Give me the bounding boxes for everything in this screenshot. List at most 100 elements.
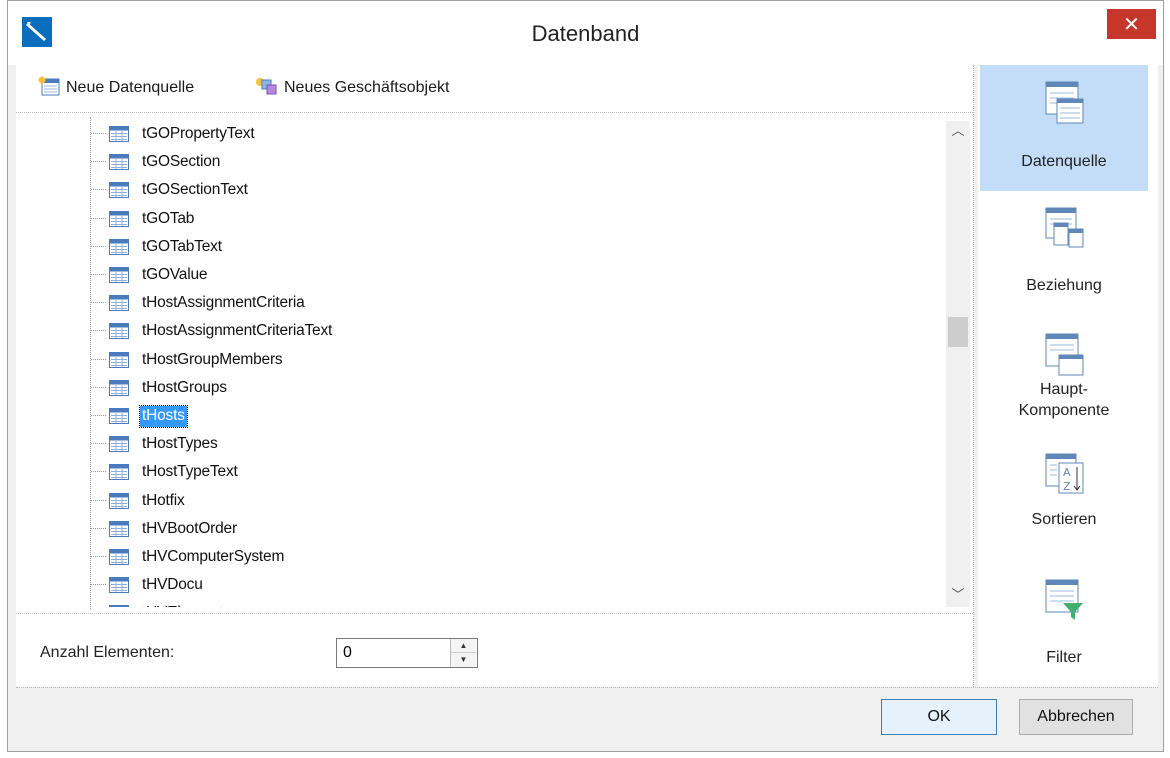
ok-button[interactable]: OK bbox=[881, 699, 997, 735]
tree-item-label: tHostGroups bbox=[142, 378, 227, 396]
scroll-thumb[interactable] bbox=[948, 317, 968, 347]
scroll-down-arrow-icon[interactable]: ﹀ bbox=[946, 585, 970, 607]
tree-item[interactable]: tHostGroupMembers bbox=[16, 346, 946, 374]
nav-sort[interactable]: A Z Sortieren bbox=[980, 443, 1148, 569]
new-datasource-button[interactable]: Neue Datenquelle bbox=[38, 75, 194, 101]
nav-relation[interactable]: Beziehung bbox=[980, 191, 1148, 317]
tree-connector bbox=[91, 386, 106, 388]
master-component-icon bbox=[1045, 333, 1085, 382]
nav-filter-label: Filter bbox=[1046, 649, 1082, 666]
tree-item-label: tHosts bbox=[139, 405, 188, 428]
tree-item-label: tHVBootOrder bbox=[142, 519, 237, 537]
tree-scrollbar[interactable]: ︿ ﹀ bbox=[946, 121, 970, 607]
nav-datasource[interactable]: Datenquelle bbox=[980, 65, 1148, 191]
tree-item[interactable]: tGOTab bbox=[16, 205, 946, 233]
spin-down-icon[interactable]: ▼ bbox=[451, 653, 476, 667]
tree-item[interactable]: tGOPropertyText bbox=[16, 120, 946, 148]
tree-connector bbox=[91, 274, 106, 275]
tree-connector bbox=[91, 133, 106, 134]
tree-item-label: tHotfix bbox=[142, 491, 185, 509]
tree-connector bbox=[91, 302, 106, 304]
new-business-object-button[interactable]: Neues Geschäftsobjekt bbox=[254, 75, 449, 101]
table-icon bbox=[109, 323, 129, 344]
filter-icon bbox=[1045, 579, 1085, 628]
nav-datasource-label: Datenquelle bbox=[1021, 153, 1107, 170]
table-icon bbox=[109, 267, 129, 288]
relation-icon bbox=[1045, 207, 1085, 256]
tree-connector bbox=[91, 471, 106, 473]
tree-item[interactable]: tHosts bbox=[16, 402, 946, 430]
tree-item[interactable]: tHVElement bbox=[16, 599, 946, 607]
tree-item-label: tGOSectionText bbox=[142, 181, 248, 199]
table-icon bbox=[109, 351, 129, 373]
tree-item[interactable]: tGOSection bbox=[16, 148, 946, 176]
tree-connector bbox=[91, 527, 106, 529]
close-button[interactable]: ✕ bbox=[1107, 9, 1156, 39]
tree-item[interactable]: tHVDocu bbox=[16, 571, 946, 599]
tree-item[interactable]: tHotfix bbox=[16, 487, 946, 515]
new-business-object-label: Neues Geschäftsobjekt bbox=[284, 79, 450, 96]
table-icon bbox=[109, 408, 129, 429]
nav-relation-label: Beziehung bbox=[1026, 277, 1102, 294]
table-icon bbox=[109, 295, 129, 316]
tree-item[interactable]: tHostGroups bbox=[16, 374, 946, 402]
datasource-panel: Neue Datenquelle Neues Geschäftsobjekt t… bbox=[16, 65, 974, 687]
tree-item-label: tHostTypes bbox=[142, 435, 218, 453]
tree-item-label: tHostGroupMembers bbox=[142, 350, 283, 368]
tree-item-label: tGOTabText bbox=[142, 237, 222, 255]
datasource-tree[interactable]: tGOPropertyText tGOSection tGOSectionText t… bbox=[16, 117, 974, 607]
tree-connector bbox=[91, 217, 106, 219]
tree-item-label: tHVDocu bbox=[142, 576, 203, 594]
nav-master-component[interactable]: Haupt- Komponente bbox=[980, 317, 1148, 443]
element-count-row: Anzahl Elementen: ▲ ▼ bbox=[16, 613, 973, 687]
nav-sort-label: Sortieren bbox=[1031, 511, 1097, 528]
new-business-object-icon bbox=[254, 76, 278, 101]
table-icon bbox=[109, 182, 129, 203]
title-bar[interactable]: Datenband ✕ bbox=[8, 1, 1163, 65]
toolbar: Neue Datenquelle Neues Geschäftsobjekt bbox=[16, 65, 973, 113]
tree-item-label: tGOTab bbox=[142, 209, 195, 227]
tree-item[interactable]: tGOSectionText bbox=[16, 176, 946, 204]
svg-text:Z: Z bbox=[1063, 480, 1071, 493]
tree-item-label: tHostTypeText bbox=[142, 463, 238, 481]
tree-item-label: tGOPropertyText bbox=[142, 125, 255, 142]
table-icon bbox=[109, 549, 129, 570]
window-title: Datenband bbox=[531, 21, 640, 46]
tree-item[interactable]: tHostTypeText bbox=[16, 458, 946, 486]
table-icon bbox=[109, 238, 129, 260]
table-icon bbox=[109, 605, 129, 607]
table-icon bbox=[109, 210, 129, 232]
tree-item[interactable]: tGOValue bbox=[16, 261, 946, 289]
tree-item-label: tHVComputerSystem bbox=[142, 548, 285, 565]
tree-connector bbox=[91, 499, 106, 501]
tree-connector bbox=[91, 415, 106, 416]
spin-up-icon[interactable]: ▲ bbox=[451, 639, 476, 653]
tree-connector bbox=[91, 584, 106, 586]
dialog-window: Datenband ✕ Neue Datenquelle Neues Gesch… bbox=[7, 0, 1164, 752]
element-count-spinner[interactable]: ▲ ▼ bbox=[450, 639, 476, 667]
tree-item-label: tHostAssignmentCriteria bbox=[142, 294, 305, 312]
tree-item[interactable]: tGOTabText bbox=[16, 233, 946, 261]
tree-item[interactable]: tHostAssignmentCriteriaText bbox=[16, 317, 946, 345]
tree-item[interactable]: tHostAssignmentCriteria bbox=[16, 289, 946, 317]
tree-item[interactable]: tHostTypes bbox=[16, 430, 946, 458]
tree-item-label: tHVElement bbox=[140, 603, 225, 607]
tree-item[interactable]: tHVComputerSystem bbox=[16, 543, 946, 571]
nav-filter[interactable]: Filter bbox=[980, 569, 1148, 695]
sort-icon: A Z bbox=[1045, 453, 1085, 502]
datasource-icon bbox=[1045, 81, 1085, 130]
new-datasource-icon bbox=[38, 76, 60, 101]
table-icon bbox=[109, 379, 129, 401]
table-icon bbox=[109, 492, 129, 514]
new-datasource-label: Neue Datenquelle bbox=[66, 79, 195, 96]
tree-item[interactable]: tHVBootOrder bbox=[16, 515, 946, 543]
table-icon bbox=[109, 436, 129, 457]
element-count-label: Anzahl Elementen: bbox=[40, 644, 175, 661]
tree-connector bbox=[91, 556, 106, 557]
tree-connector bbox=[91, 443, 106, 445]
cancel-button[interactable]: Abbrechen bbox=[1019, 699, 1133, 735]
footer-separator bbox=[16, 687, 1158, 688]
category-nav: Datenquelle Beziehung Haupt- Komponente … bbox=[978, 65, 1158, 687]
tree-connector bbox=[91, 330, 106, 332]
scroll-up-arrow-icon[interactable]: ︿ bbox=[946, 121, 970, 143]
